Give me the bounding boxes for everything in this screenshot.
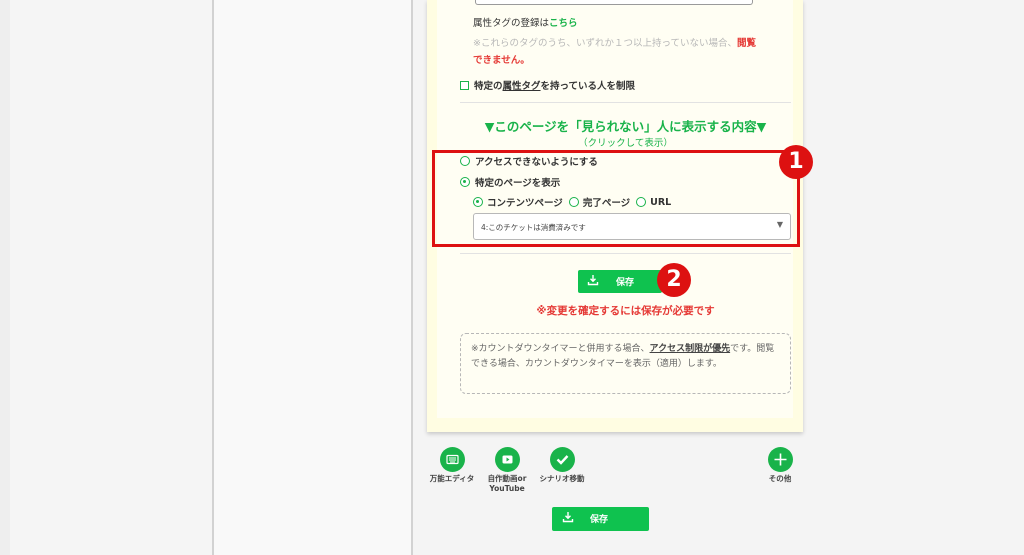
restrict-pre: 特定の (474, 81, 503, 92)
tool-scenario-move[interactable]: シナリオ移動 (533, 447, 591, 484)
left-strip (0, 0, 10, 555)
download-icon (562, 511, 574, 526)
save-button-label: 保存 (616, 278, 635, 288)
countdown-info-text: ※カウントダウンタイマーと併用する場合、アクセス制限が優先です。閲覧できる場合、… (471, 342, 783, 371)
tool-other[interactable]: その他 (764, 447, 796, 484)
tool-other-label: その他 (768, 474, 792, 483)
restrict-checkbox[interactable] (460, 80, 469, 90)
middle-pane (214, 0, 413, 555)
plus-icon (767, 447, 793, 472)
tool-universal-editor-label: 万能エディタ (429, 474, 475, 483)
info-text-link[interactable]: アクセス制限が優先 (650, 344, 731, 354)
tool-video-label-2: YouTube (489, 484, 525, 493)
save-button[interactable]: 保存 (578, 270, 662, 293)
restrict-checkbox-row[interactable]: 特定の属性タグを持っている人を制限 (460, 78, 635, 92)
attr-tag-register-line: 属性タグの登録はこちら (473, 15, 578, 29)
tool-scenario-move-label: シナリオ移動 (539, 474, 585, 483)
tag-note-red2: できません。 (473, 55, 530, 66)
tool-universal-editor[interactable]: 万能エディタ (424, 447, 480, 484)
info-text-1: ※カウントダウンタイマーと併用する場合、 (471, 344, 650, 354)
restrict-link[interactable]: 属性タグ (503, 81, 541, 92)
hidden-content-subtitle: （クリックして表示） (578, 138, 673, 149)
divider (460, 253, 791, 254)
tag-note-text: ※これらのタグのうち、いずれか１つ以上持っていない場合、 (473, 38, 737, 49)
left-pane (10, 0, 214, 555)
bottom-save-button-label: 保存 (590, 515, 609, 525)
tool-video[interactable]: 自作動画or YouTube (482, 447, 532, 494)
save-warning: ※変更を確定するには保存が必要です (536, 305, 715, 317)
bottom-save-button[interactable]: 保存 (552, 507, 649, 531)
tag-note: ※これらのタグのうち、いずれか１つ以上持っていない場合、閲覧できません。 (473, 35, 791, 69)
attr-tag-link[interactable]: こちら (549, 18, 578, 29)
check-icon (549, 447, 575, 472)
hidden-content-heading[interactable]: ▼このページを「見られない」人に表示する内容▼ (460, 116, 791, 135)
annotation-badge-2: 2 (657, 263, 691, 297)
keyboard-icon (439, 447, 465, 472)
annotation-badge-1: 1 (779, 145, 813, 179)
countdown-info-box: ※カウントダウンタイマーと併用する場合、アクセス制限が優先です。閲覧できる場合、… (460, 333, 791, 394)
restrict-post: を持っている人を制限 (540, 81, 636, 92)
download-icon (587, 274, 599, 289)
annotation-highlight-box (432, 150, 800, 247)
attr-tag-prefix: 属性タグの登録は (473, 18, 550, 29)
play-icon (494, 447, 520, 472)
divider (460, 102, 791, 103)
tool-video-label-1: 自作動画or (487, 474, 527, 483)
tag-input-field[interactable] (475, 0, 753, 5)
tag-note-red1: 閲覧 (737, 38, 757, 49)
